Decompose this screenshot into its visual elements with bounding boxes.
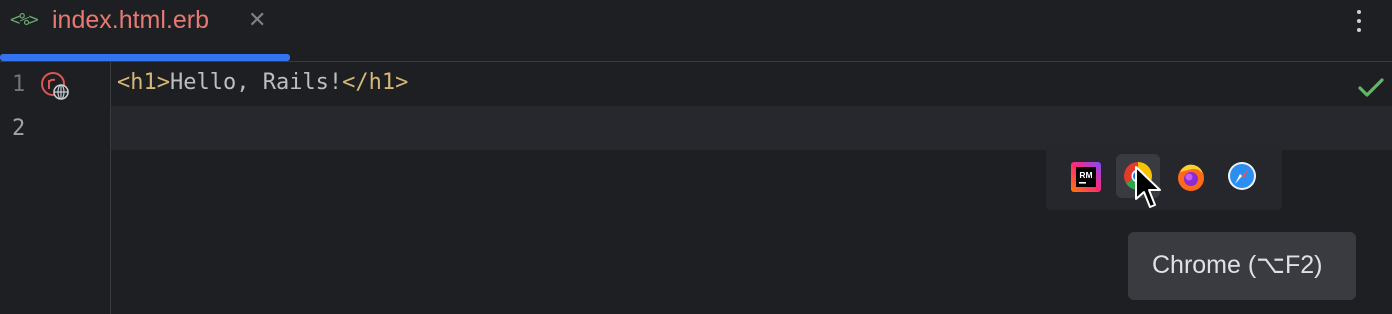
code-line-1[interactable]: <h1>Hello, Rails!</h1>	[117, 70, 408, 95]
editor-tab-bar: <%> index.html.erb ✕	[0, 0, 1392, 62]
firefox-icon	[1178, 164, 1204, 191]
editor-tab-index-html-erb[interactable]: <%> index.html.erb ✕	[0, 0, 290, 62]
h1-text: Hello, Rails!	[169, 70, 343, 95]
mouse-cursor-icon	[1135, 166, 1161, 208]
firefox-button[interactable]	[1168, 154, 1212, 198]
erb-file-icon: <%>	[10, 10, 39, 30]
h1-close-tag: </h1>	[342, 70, 409, 95]
open-in-browser-popup: RM	[1046, 144, 1282, 210]
tooltip-text: Chrome (⌥F2)	[1152, 251, 1323, 279]
tab-title[interactable]: index.html.erb	[52, 6, 209, 35]
rails-preview-gutter-icon[interactable]	[40, 71, 70, 101]
check-icon[interactable]	[1358, 76, 1384, 100]
browser-tooltip: Chrome (⌥F2)	[1128, 232, 1356, 300]
rubymine-icon: RM	[1071, 162, 1101, 192]
line-number-2[interactable]: 2	[12, 116, 25, 141]
close-icon[interactable]: ✕	[248, 7, 266, 33]
rubymine-icon-label: RM	[1079, 170, 1092, 180]
h1-open-tag: <h1>	[117, 70, 170, 95]
line-number-1[interactable]: 1	[12, 72, 25, 97]
more-options-icon[interactable]	[1350, 4, 1368, 38]
gutter-divider	[110, 62, 111, 314]
safari-icon	[1228, 162, 1256, 190]
active-tab-indicator	[0, 54, 290, 61]
rubymine-button[interactable]: RM	[1063, 154, 1107, 198]
tab-bar-divider	[0, 61, 1392, 62]
safari-button[interactable]	[1220, 154, 1264, 198]
